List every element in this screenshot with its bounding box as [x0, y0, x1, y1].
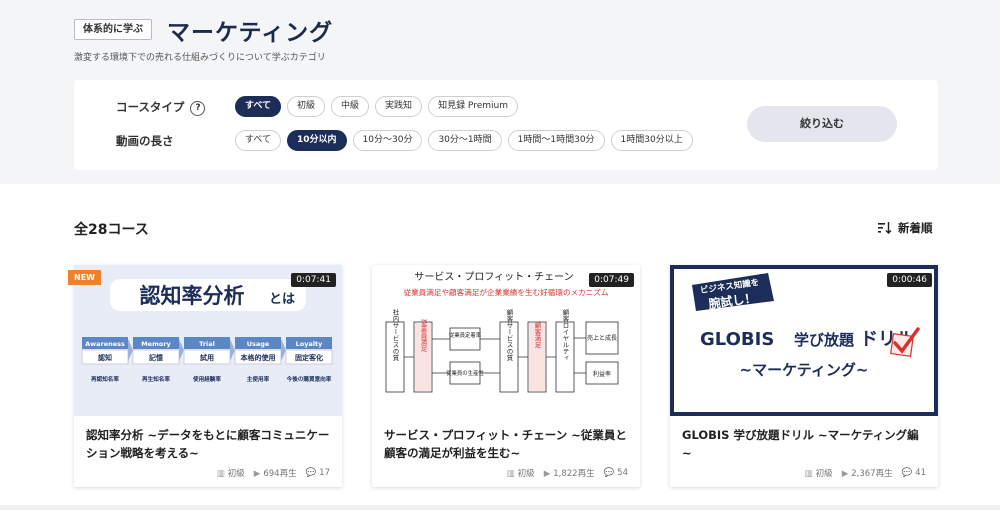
- book-icon: ▥: [506, 469, 515, 479]
- funnel-body-label: 試用: [200, 353, 214, 362]
- chip-length-60-90[interactable]: 1時間〜1時間30分: [507, 130, 605, 151]
- new-badge: NEW: [68, 270, 101, 285]
- page-title: マーケティング: [167, 20, 334, 46]
- comment-icon: 💬: [901, 468, 913, 478]
- level: ▥ 初級: [804, 469, 833, 479]
- chip-type-practical[interactable]: 実践知: [375, 96, 423, 117]
- filter-panel: コースタイプ? すべて 初級 中級 実践知 知見録 Premium 動画の長さ …: [74, 80, 938, 170]
- diagram-profit: 利益率: [593, 370, 611, 378]
- chip-type-intermediate[interactable]: 中級: [331, 96, 370, 117]
- course-meta: ▥ 初級 ▶ 2,367再生 💬 41: [805, 467, 926, 479]
- diagram-sales-growth: 売上と成長: [587, 334, 617, 342]
- chip-type-premium[interactable]: 知見録 Premium: [428, 96, 518, 117]
- course-type-chips: すべて 初級 中級 実践知 知見録 Premium: [235, 96, 518, 117]
- results-count: 全28コース: [74, 222, 149, 238]
- funnel-head-label: Loyalty: [296, 340, 324, 348]
- thumb-subtitle: 従業員満足や顧客満足が企業業績を生む好循環のメカニズム: [403, 287, 608, 297]
- course-thumbnail[interactable]: ビジネス知識を 腕試し！ GLOBIS 学び放題 ドリル ~マーケティング~: [670, 265, 938, 416]
- category-description: 激変する環境下での売れる仕組みづくりについて学ぶカテゴリ: [74, 53, 326, 63]
- chip-length-under10[interactable]: 10分以内: [287, 130, 347, 151]
- chip-length-10-30[interactable]: 10分〜30分: [352, 130, 423, 151]
- diagram-customer-service: 顧客サービスの質: [505, 308, 513, 363]
- funnel-head-label: Awareness: [85, 340, 125, 348]
- drill-thumbnail: ビジネス知識を 腕試し！ GLOBIS 学び放題 ドリル ~マーケティング~: [674, 269, 934, 412]
- book-icon: ▥: [216, 469, 225, 479]
- plays: ▶ 2,367再生: [841, 469, 893, 479]
- course-type-label: コースタイプ?: [116, 99, 206, 116]
- funnel-head-label: Trial: [199, 340, 215, 348]
- plays: ▶ 1,822再生: [543, 469, 595, 479]
- comment-icon: 💬: [305, 468, 317, 478]
- course-title[interactable]: 認知率分析 ~データをもとに顧客コミュニケーション戦略を考える~: [86, 426, 331, 462]
- length-chips: すべて 10分以内 10分〜30分 30分〜1時間 1時間〜1時間30分 1時間…: [235, 130, 693, 151]
- course-title[interactable]: サービス・プロフィット・チェーン ~従業員と顧客の満足が利益を生む~: [384, 426, 629, 462]
- plays: ▶ 694再生: [253, 469, 297, 479]
- chip-type-all[interactable]: すべて: [235, 96, 282, 117]
- sort-icon: [878, 222, 892, 234]
- funnel-head-label: Memory: [141, 340, 171, 348]
- funnel-arrow: [230, 339, 235, 361]
- diagram-customer-satisfaction: 顧客満足: [533, 321, 541, 350]
- diagram-internal-service: 社内サービスの質: [391, 308, 399, 363]
- comments: 💬 54: [603, 468, 628, 478]
- funnel-body-label: 記憶: [149, 353, 163, 362]
- book-icon: ▥: [804, 469, 813, 479]
- duration-badge: 0:07:49: [589, 273, 634, 287]
- thumb-brand-jp1: 学び放題: [794, 331, 855, 349]
- sort-button[interactable]: 新着順: [878, 220, 933, 236]
- play-icon: ▶: [543, 469, 551, 479]
- course-thumbnail[interactable]: 認知率分析 とは Awareness 認知再認知名率 Memory 記憶再生知名率 Tr…: [74, 265, 342, 416]
- category-tag: 体系的に学ぶ: [74, 19, 152, 40]
- divider: [0, 505, 1000, 510]
- service-profit-chain-thumbnail: サービス・プロフィット・チェーン 従業員満足や顧客満足が企業業績を生む好循環のメ…: [385, 271, 619, 393]
- funnel-arrow: [128, 339, 133, 361]
- chip-length-over90[interactable]: 1時間30分以上: [610, 130, 693, 151]
- chip-length-30-60[interactable]: 30分〜1時間: [428, 130, 502, 151]
- thumb-title-suffix: とは: [269, 292, 295, 307]
- chip-type-beginner[interactable]: 初級: [287, 96, 326, 117]
- comments: 💬 41: [901, 468, 926, 478]
- funnel-foot-label: 今後の購買意向率: [286, 375, 332, 383]
- duration-badge: 0:07:41: [291, 273, 336, 287]
- course-card-1[interactable]: 認知率分析 とは Awareness 認知再認知名率 Memory 記憶再生知名率 Tr…: [68, 265, 342, 487]
- length-label: 動画の長さ: [116, 134, 174, 148]
- course-thumbnail[interactable]: サービス・プロフィット・チェーン 従業員満足や顧客満足が企業業績を生む好循環のメ…: [372, 265, 640, 416]
- chip-length-all[interactable]: すべて: [235, 130, 282, 151]
- funnel-foot-label: 主使用率: [247, 375, 270, 383]
- thumb-sub: ~マーケティング~: [740, 361, 869, 379]
- thumb-title: サービス・プロフィット・チェーン: [414, 271, 573, 283]
- diagram-employee-satisfaction: 従業員満足: [419, 317, 427, 352]
- diagram-productivity: 従業員の生産性: [446, 369, 484, 377]
- comments: 💬 17: [305, 468, 330, 478]
- funnel-body-label: 認知: [98, 353, 112, 362]
- funnel-foot-label: 再生知名率: [142, 375, 170, 383]
- course-title[interactable]: GLOBIS 学び放題ドリル ~マーケティング編~: [682, 426, 927, 462]
- duration-badge: 0:00:46: [887, 273, 932, 287]
- funnel-steps: Awareness 認知再認知名率 Memory 記憶再生知名率 Trial 試用使用経験…: [81, 337, 333, 383]
- comment-icon: 💬: [603, 468, 615, 478]
- thumb-brand: GLOBIS: [700, 329, 774, 350]
- thumb-title: 認知率分析: [140, 284, 245, 308]
- course-card-2[interactable]: サービス・プロフィット・チェーン 従業員満足や顧客満足が企業業績を生む好循環のメ…: [372, 265, 640, 487]
- course-meta: ▥ 初級 ▶ 694再生 💬 17: [217, 467, 330, 479]
- level: ▥ 初級: [216, 469, 245, 479]
- help-icon[interactable]: ?: [190, 101, 206, 116]
- funnel-head-label: Usage: [247, 340, 270, 348]
- play-icon: ▶: [253, 469, 261, 479]
- funnel-foot-label: 再認知名率: [91, 375, 119, 383]
- funnel-body-label: 本格的使用: [240, 353, 276, 362]
- diagram-retention: 従業員定着率: [449, 331, 482, 339]
- diagram-loyalty: 顧客ロイヤルティ: [561, 308, 569, 361]
- awareness-funnel-thumbnail: 認知率分析 とは Awareness 認知再認知名率 Memory 記憶再生知名率 Tr…: [81, 279, 333, 383]
- funnel-body-label: 固定客化: [295, 353, 323, 362]
- level: ▥ 初級: [506, 469, 535, 479]
- course-card-3[interactable]: ビジネス知識を 腕試し！ GLOBIS 学び放題 ドリル ~マーケティング~ 0…: [670, 265, 938, 487]
- funnel-foot-label: 使用経験率: [192, 375, 221, 383]
- apply-filter-button[interactable]: 絞り込む: [747, 106, 897, 142]
- funnel-arrow: [281, 339, 286, 361]
- play-icon: ▶: [841, 469, 849, 479]
- funnel-arrow: [179, 339, 184, 361]
- course-meta: ▥ 初級 ▶ 1,822再生 💬 54: [507, 467, 628, 479]
